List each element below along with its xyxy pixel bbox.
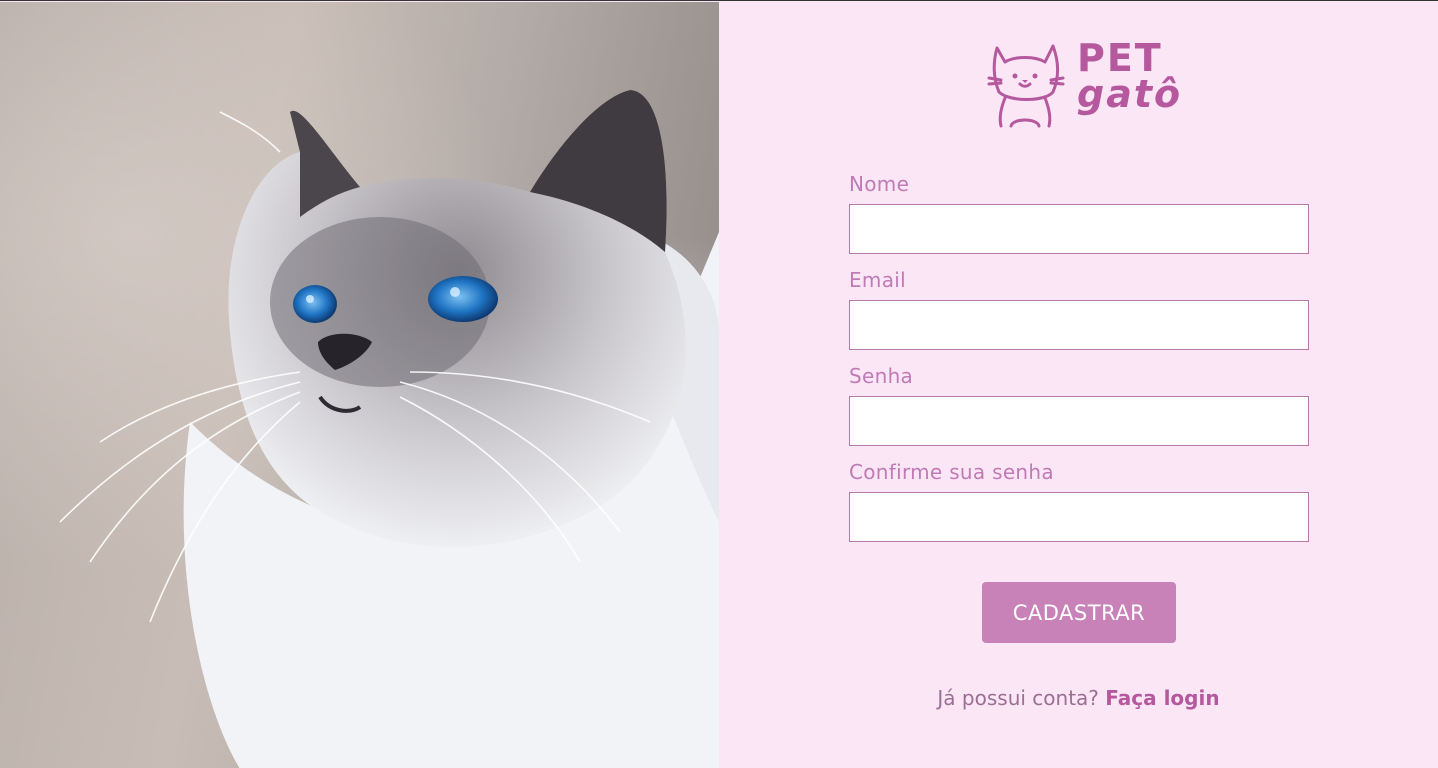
cat-illustration [59, 90, 719, 768]
password-input[interactable] [849, 396, 1309, 446]
cat-logo-icon [987, 44, 1065, 128]
cat-photo [0, 2, 719, 768]
brand-line-2: gatô [1077, 72, 1183, 116]
signup-panel: PET gatô Nome Email Senha Confirme sua s… [719, 2, 1438, 768]
name-input[interactable] [849, 204, 1309, 254]
email-input[interactable] [849, 300, 1309, 350]
email-label: Email [849, 268, 906, 292]
login-prompt: Já possui conta? Faça login [719, 686, 1438, 710]
brand-logo: PET gatô [987, 38, 1180, 130]
login-link[interactable]: Faça login [1105, 686, 1219, 710]
password-label: Senha [849, 364, 914, 388]
brand-name: PET gatô [1077, 39, 1183, 116]
name-label: Nome [849, 172, 910, 196]
login-prompt-text: Já possui conta? [937, 686, 1106, 710]
confirm-password-label: Confirme sua senha [849, 460, 1054, 484]
register-button[interactable]: CADASTRAR [982, 582, 1176, 643]
confirm-password-input[interactable] [849, 492, 1309, 542]
